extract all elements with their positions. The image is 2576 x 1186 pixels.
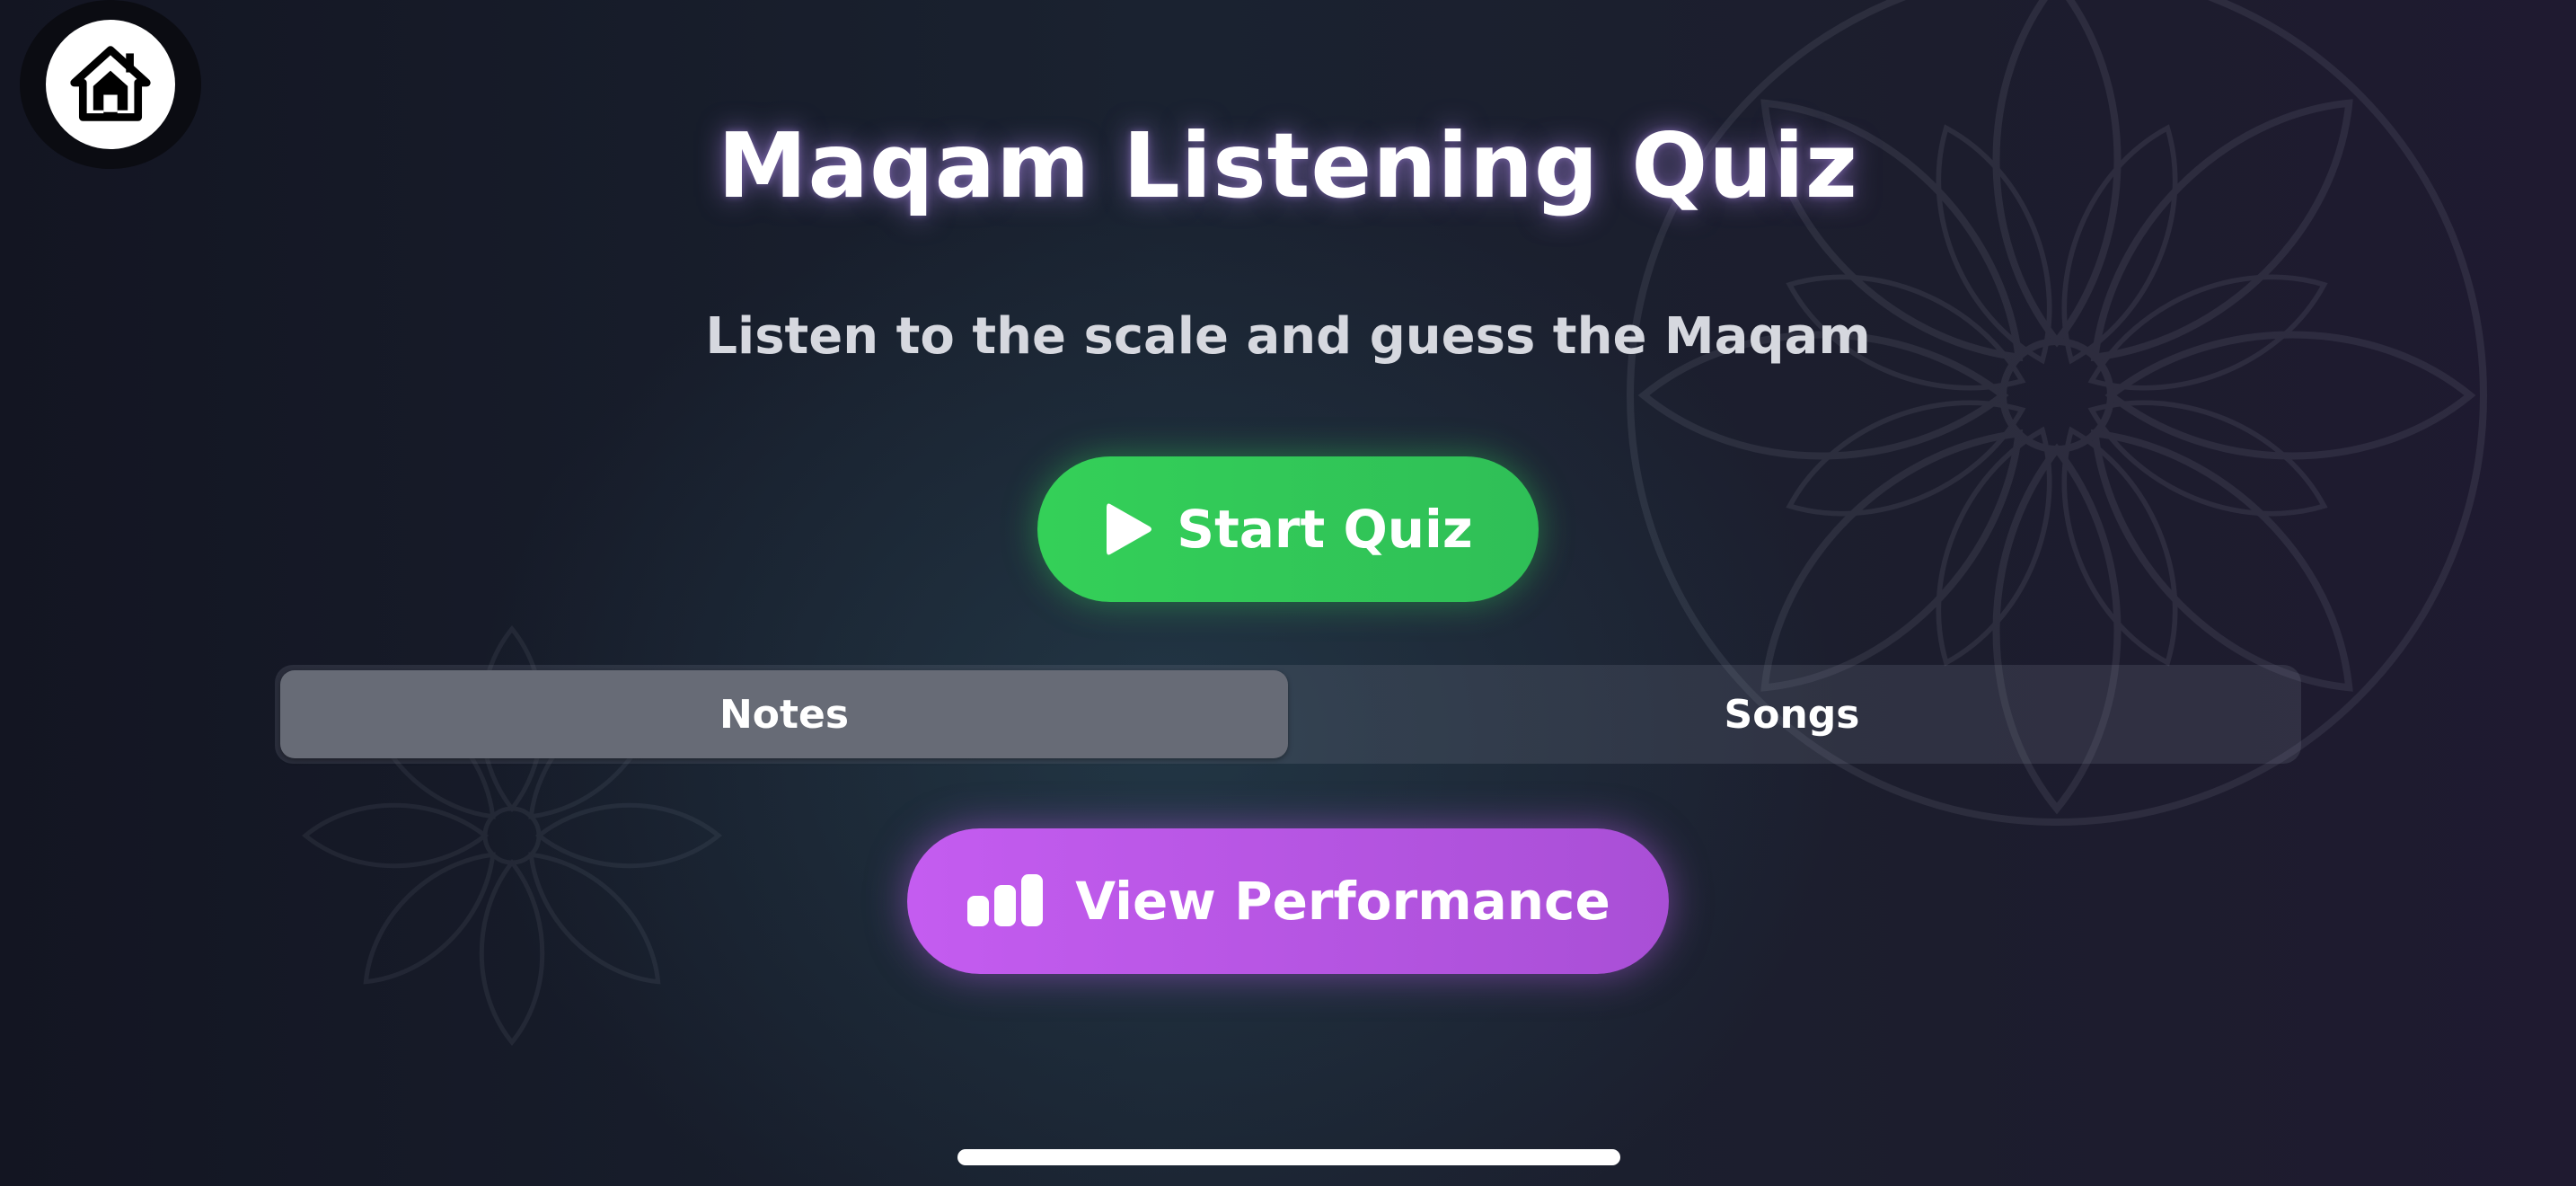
view-performance-button[interactable]: View Performance: [907, 828, 1669, 974]
page-title: Maqam Listening Quiz: [718, 113, 1858, 218]
view-performance-label: View Performance: [1075, 871, 1610, 932]
segment-notes[interactable]: Notes: [280, 670, 1288, 758]
page-subtitle: Listen to the scale and guess the Maqam: [705, 307, 1871, 366]
start-quiz-button[interactable]: Start Quiz: [1037, 456, 1539, 602]
play-icon: [1107, 503, 1152, 555]
mode-segmented-control: Notes Songs: [275, 665, 2301, 764]
home-indicator[interactable]: [957, 1149, 1620, 1165]
bar-chart-icon: [967, 874, 1044, 926]
segment-songs[interactable]: Songs: [1288, 670, 2296, 758]
start-quiz-label: Start Quiz: [1177, 499, 1473, 560]
